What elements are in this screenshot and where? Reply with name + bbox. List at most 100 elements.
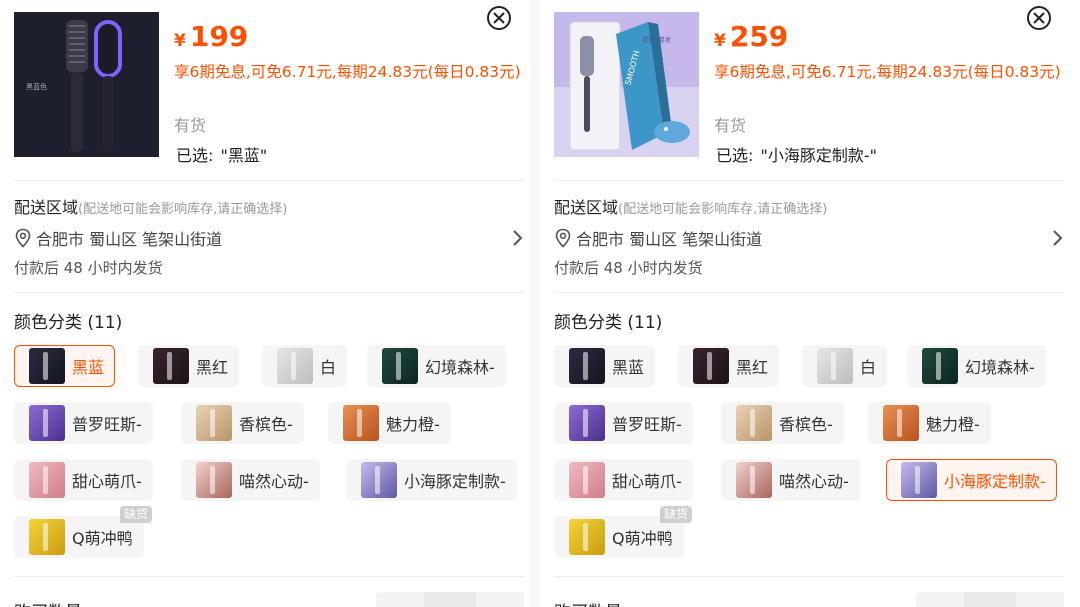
shipping-title: 配送区域 (14, 198, 79, 217)
color-category-title: 颜色分类 (11) (14, 313, 123, 333)
color-option[interactable]: 喵然心动- (181, 459, 320, 501)
divider (14, 576, 524, 577)
chevron-right-icon[interactable] (1052, 229, 1064, 247)
quantity-stepper[interactable] (376, 592, 524, 607)
option-label: 黑红 (196, 358, 229, 377)
option-thumbnail (29, 519, 65, 555)
option-label: 小海豚定制款- (404, 472, 506, 491)
close-icon[interactable] (487, 6, 511, 30)
color-option[interactable]: 黑红 (678, 345, 780, 387)
shipping-area: 配送区域(配送地可能会影响库存,请正确选择) (554, 194, 827, 218)
option-label: 幻境森林- (965, 358, 1035, 377)
address-text: 合肥市 蜀山区 笔架山街道 (36, 230, 223, 249)
color-option[interactable]: 魅力橙- (328, 402, 451, 444)
color-option[interactable]: 小海豚定制款- (346, 459, 517, 501)
currency-symbol: ¥ (174, 31, 186, 51)
selected-value: "小海豚定制款-" (760, 146, 878, 165)
option-label: 香槟色- (239, 415, 293, 434)
quantity-stepper[interactable] (916, 592, 1064, 607)
option-label: 白 (320, 358, 337, 377)
installment-info: 享6期免息,可免6.71元,每期24.83元(每日0.83元) (174, 63, 521, 81)
color-option[interactable]: 甜心萌爪- (14, 459, 153, 501)
option-label: 白 (860, 358, 877, 377)
option-label: 普罗旺斯- (72, 415, 142, 434)
selected-prefix: 已选: (176, 146, 214, 165)
price: ¥ 199 (174, 20, 248, 53)
color-category-title: 颜色分类 (11) (554, 313, 663, 333)
chevron-right-icon[interactable] (512, 229, 524, 247)
option-thumbnail (196, 405, 232, 441)
dispatch-time: 付款后 48 小时内发货 (14, 259, 163, 277)
divider (554, 576, 1064, 577)
option-thumbnail (569, 462, 605, 498)
option-label: 黑蓝 (612, 358, 645, 377)
address-row[interactable]: 合肥市 蜀山区 笔架山街道 (14, 226, 524, 250)
color-option[interactable]: 普罗旺斯- (554, 402, 693, 444)
currency-symbol: ¥ (714, 31, 726, 51)
color-option[interactable]: 甜心萌爪- (554, 459, 693, 501)
option-thumbnail (736, 405, 772, 441)
option-thumbnail (29, 462, 65, 498)
svg-text:黑蓝色: 黑蓝色 (26, 82, 47, 91)
color-option[interactable]: 喵然心动- (721, 459, 860, 501)
option-thumbnail (29, 405, 65, 441)
color-option[interactable]: 幻境森林- (367, 345, 506, 387)
color-option[interactable]: 小海豚定制款- (886, 459, 1057, 501)
option-thumbnail (343, 405, 379, 441)
price-value: 259 (729, 20, 789, 53)
option-label: 喵然心动- (239, 472, 309, 491)
stock-status: 有货 (714, 116, 747, 135)
option-thumbnail (153, 348, 189, 384)
price: ¥ 259 (714, 20, 788, 53)
close-icon[interactable] (1027, 6, 1051, 30)
option-label: 普罗旺斯- (612, 415, 682, 434)
sku-panel-left: 黑蓝色 ¥ 199 享6期免息,可免6.71元,每期24.83元(每日0.83元… (0, 0, 524, 607)
color-option[interactable]: 白 (262, 345, 348, 387)
option-label: 喵然心动- (779, 472, 849, 491)
color-option[interactable]: 香槟色- (721, 402, 844, 444)
quantity-label: 购买数量 (14, 598, 82, 607)
color-option[interactable]: 香槟色- (181, 402, 304, 444)
color-option[interactable]: 魅力橙- (868, 402, 991, 444)
out-of-stock-badge: 缺货 (120, 506, 153, 523)
option-thumbnail (883, 405, 919, 441)
option-thumbnail (922, 348, 958, 384)
divider (14, 292, 524, 293)
product-image: SMOOTH 造型+卷发 (554, 12, 699, 157)
product-image: 黑蓝色 (14, 12, 159, 157)
color-option[interactable]: 黑蓝 (554, 345, 656, 387)
option-thumbnail (569, 519, 605, 555)
selected-variant: 已选: "黑蓝" (174, 142, 267, 166)
option-thumbnail (569, 348, 605, 384)
option-label: Q萌冲鸭 (612, 529, 673, 548)
location-pin-icon (15, 228, 31, 248)
divider (554, 180, 1064, 181)
address-text: 合肥市 蜀山区 笔架山街道 (576, 230, 763, 249)
divider (554, 292, 1064, 293)
installment-info: 享6期免息,可免6.71元,每期24.83元(每日0.83元) (714, 63, 1061, 81)
option-thumbnail (361, 462, 397, 498)
option-thumbnail (693, 348, 729, 384)
panel-divider (530, 0, 540, 607)
address-row[interactable]: 合肥市 蜀山区 笔架山街道 (554, 226, 1064, 250)
color-option[interactable]: 黑蓝 (14, 345, 116, 387)
color-option[interactable]: 普罗旺斯- (14, 402, 153, 444)
option-thumbnail (382, 348, 418, 384)
option-label: 香槟色- (779, 415, 833, 434)
color-option[interactable]: 黑红 (138, 345, 240, 387)
color-option[interactable]: 白 (802, 345, 888, 387)
shipping-area: 配送区域(配送地可能会影响库存,请正确选择) (14, 194, 287, 218)
selected-variant: 已选: "小海豚定制款-" (714, 142, 877, 166)
color-option[interactable]: 幻境森林- (907, 345, 1046, 387)
divider (14, 180, 524, 181)
selected-value: "黑蓝" (220, 146, 268, 165)
option-label: 黑红 (736, 358, 769, 377)
shipping-note: (配送地可能会影响库存,请正确选择) (78, 202, 288, 217)
svg-text:造型+卷发: 造型+卷发 (642, 36, 671, 44)
option-thumbnail (901, 462, 937, 498)
option-thumbnail (569, 405, 605, 441)
option-label: 甜心萌爪- (72, 472, 142, 491)
option-thumbnail (817, 348, 853, 384)
out-of-stock-badge: 缺货 (660, 506, 693, 523)
option-thumbnail (277, 348, 313, 384)
